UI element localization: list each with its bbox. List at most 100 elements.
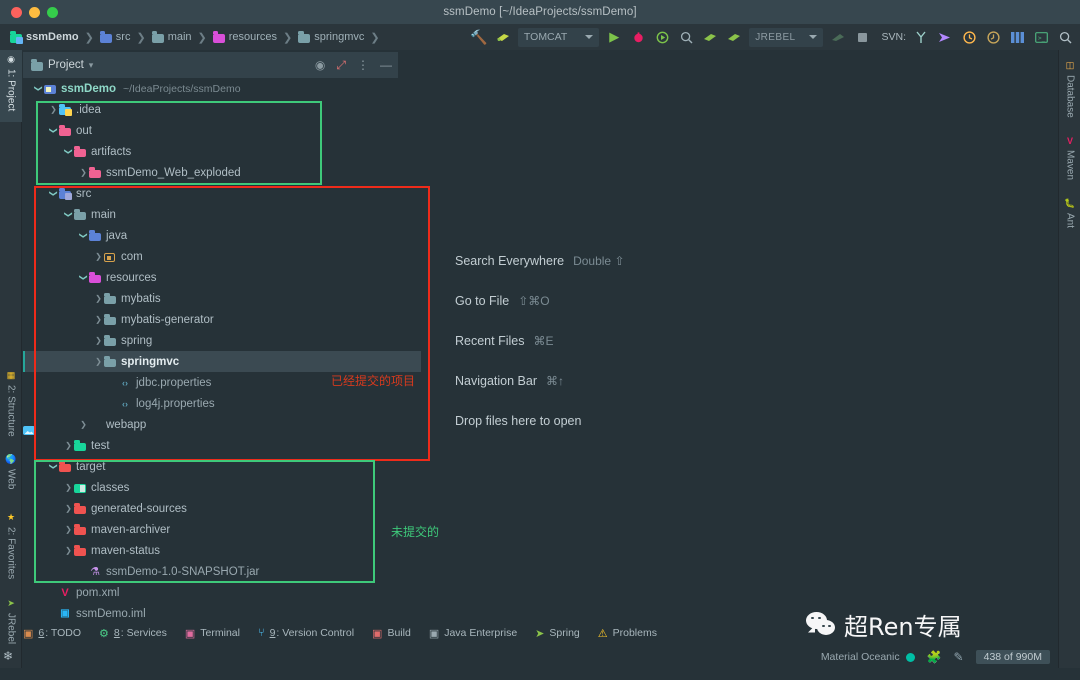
chevron-down-icon[interactable]: ❯ bbox=[49, 125, 58, 136]
chevron-down-icon[interactable]: ❯ bbox=[49, 461, 58, 472]
sidebar-item-structure[interactable]: ▦ 2: Structure bbox=[0, 366, 22, 442]
tree-row-test[interactable]: ❯ test bbox=[23, 435, 421, 456]
chevron-down-icon[interactable]: ❯ bbox=[34, 83, 43, 94]
chevron-down-icon[interactable]: ❯ bbox=[49, 188, 58, 199]
memory-indicator[interactable]: 438 of 990M bbox=[975, 650, 1050, 664]
run-configuration-selector[interactable]: TOMCAT bbox=[517, 27, 600, 47]
history-icon[interactable] bbox=[984, 28, 1002, 46]
chevron-down-icon[interactable]: ❯ bbox=[64, 146, 73, 157]
chevron-right-icon[interactable]: ❯ bbox=[93, 252, 104, 261]
hint-action-label[interactable]: Search Everywhere bbox=[455, 254, 564, 268]
sidebar-item-web[interactable]: 🌎 Web bbox=[0, 450, 22, 502]
chevron-right-icon[interactable]: ❯ bbox=[93, 357, 104, 366]
settings-gear-icon[interactable]: ❄ bbox=[3, 649, 13, 663]
run-triangle-icon[interactable]: ▶ bbox=[605, 28, 623, 46]
sidebar-item-favorites[interactable]: ★ 2: Favorites bbox=[0, 508, 22, 588]
tree-row-webapp[interactable]: ❯ webapp bbox=[23, 414, 421, 435]
project-tree[interactable]: ❯ ssmDemo ~/IdeaProjects/ssmDemo ❯ .idea ❯ out… bbox=[23, 78, 421, 624]
tree-row-gensources[interactable]: ❯ generated-sources bbox=[23, 498, 421, 519]
sidebar-item-maven[interactable]: V Maven bbox=[1059, 132, 1080, 188]
bottom-tab-todo[interactable]: ▣ 6: TODO bbox=[23, 627, 81, 640]
sidebar-item-project[interactable]: ◉ 1: Project bbox=[0, 50, 22, 122]
tree-row-mybatisgen[interactable]: ❯ mybatis-generator bbox=[23, 309, 421, 330]
select-opened-file-icon[interactable]: ◉ bbox=[315, 58, 325, 72]
tree-row-out[interactable]: ❯ out bbox=[23, 120, 421, 141]
bottom-tab-javaenterprise[interactable]: ▣ Java Enterprise bbox=[429, 627, 517, 640]
tree-row-classes[interactable]: ❯ classes bbox=[23, 477, 421, 498]
tree-row-spring[interactable]: ❯ spring bbox=[23, 330, 421, 351]
bottom-tab-terminal[interactable]: ▣ Terminal bbox=[185, 627, 240, 640]
chevron-right-icon[interactable]: ❯ bbox=[93, 336, 104, 345]
chevron-right-icon[interactable]: ❯ bbox=[63, 441, 74, 450]
collapse-all-icon[interactable]: ⤢ bbox=[336, 58, 346, 73]
breadcrumb-item-resources[interactable]: resources bbox=[212, 31, 277, 43]
hint-action-label[interactable]: Go to File bbox=[455, 294, 509, 308]
debug-bug-icon[interactable] bbox=[629, 28, 647, 46]
hide-window-icon[interactable]: — bbox=[380, 58, 392, 72]
hint-action-label[interactable]: Navigation Bar bbox=[455, 374, 537, 388]
tree-row-mybatis[interactable]: ❯ mybatis bbox=[23, 288, 421, 309]
tree-row-webexploded[interactable]: ❯ ssmDemo_Web_exploded bbox=[23, 162, 421, 183]
tree-row-artifacts[interactable]: ❯ artifacts bbox=[23, 141, 421, 162]
tree-row-mavenstatus[interactable]: ❯ maven-status bbox=[23, 540, 421, 561]
chevron-right-icon[interactable]: ❯ bbox=[63, 483, 74, 492]
tomcat-icon[interactable] bbox=[494, 28, 512, 46]
theme-name[interactable]: Material Oceanic bbox=[821, 651, 900, 663]
tree-row-src[interactable]: ❯ src bbox=[23, 183, 421, 204]
tree-row-target[interactable]: ❯ target bbox=[23, 456, 421, 477]
tree-row-mavenarch[interactable]: ❯ maven-archiver bbox=[23, 519, 421, 540]
tree-row-idea[interactable]: ❯ .idea bbox=[23, 99, 421, 120]
more-options-icon[interactable]: ⋮ bbox=[357, 58, 369, 72]
branch-icon[interactable] bbox=[912, 28, 930, 46]
plugin-puzzle-icon[interactable]: 🧩 bbox=[927, 650, 942, 664]
tree-row-springmvc[interactable]: ❯ springmvc bbox=[23, 351, 421, 372]
breadcrumb-item-springmvc[interactable]: springmvc bbox=[298, 31, 364, 43]
bottom-tab-services[interactable]: ⚙ 8: Services bbox=[99, 627, 167, 640]
tree-row-java[interactable]: ❯ java bbox=[23, 225, 421, 246]
tree-row-resources[interactable]: ❯ resources bbox=[23, 267, 421, 288]
tree-row-main[interactable]: ❯ main bbox=[23, 204, 421, 225]
layout-grid-icon[interactable] bbox=[1008, 28, 1026, 46]
tree-row-log4jprops[interactable]: ‹› log4j.properties bbox=[23, 393, 421, 414]
pencil-edit-icon[interactable]: ✎ bbox=[954, 650, 964, 664]
run-with-coverage-icon[interactable] bbox=[653, 28, 671, 46]
breadcrumb-item-module[interactable]: ssmDemo bbox=[10, 31, 79, 44]
search-icon[interactable] bbox=[1056, 28, 1074, 46]
tree-row-pom[interactable]: Vpom.xml bbox=[23, 582, 421, 603]
chevron-right-icon[interactable]: ❯ bbox=[63, 504, 74, 513]
chevron-right-icon[interactable]: ❯ bbox=[63, 546, 74, 555]
deploy-icon[interactable] bbox=[701, 28, 719, 46]
bottom-tab-versioncontrol[interactable]: ⑂ 9: Version Control bbox=[258, 627, 354, 639]
chevron-down-icon[interactable]: ❯ bbox=[79, 272, 88, 283]
chevron-right-icon[interactable]: ❯ bbox=[48, 105, 59, 114]
bottom-tab-build[interactable]: ▣ Build bbox=[372, 627, 411, 640]
breadcrumb-item-main[interactable]: main bbox=[151, 31, 192, 43]
chevron-right-icon[interactable]: ❯ bbox=[93, 315, 104, 324]
update-project-icon[interactable] bbox=[936, 28, 954, 46]
chevron-right-icon[interactable]: ❯ bbox=[63, 525, 74, 534]
tree-row-root[interactable]: ❯ ssmDemo ~/IdeaProjects/ssmDemo bbox=[23, 78, 421, 99]
bottom-tab-problems[interactable]: ⚠ Problems bbox=[598, 627, 657, 640]
stop-square-icon[interactable] bbox=[853, 28, 871, 46]
sidebar-item-jrebel[interactable]: ➤ JRebel bbox=[0, 594, 22, 652]
sidebar-item-database[interactable]: ◫ Database bbox=[1059, 56, 1080, 124]
chevron-right-icon[interactable]: ❯ bbox=[93, 294, 104, 303]
chevron-down-icon[interactable]: ▾ bbox=[89, 60, 94, 71]
bottom-tab-spring[interactable]: ➤ Spring bbox=[535, 627, 580, 640]
jrebel-selector[interactable]: JREBEL bbox=[749, 27, 824, 47]
sidebar-item-ant[interactable]: 🐛 Ant bbox=[1059, 194, 1080, 236]
tree-row-com[interactable]: ❯ com bbox=[23, 246, 421, 267]
hint-action-label[interactable]: Recent Files bbox=[455, 334, 524, 348]
tree-row-jar[interactable]: ⚗ ssmDemo-1.0-SNAPSHOT.jar bbox=[23, 561, 421, 582]
project-tool-window-title[interactable]: Project ▾ bbox=[31, 59, 93, 71]
chevron-down-icon[interactable]: ❯ bbox=[79, 230, 88, 241]
redeploy-icon[interactable] bbox=[725, 28, 743, 46]
tree-row-iml[interactable]: ▣ ssmDemo.iml bbox=[23, 603, 421, 624]
hammer-icon[interactable]: 🔨 bbox=[470, 28, 488, 46]
profiler-icon[interactable] bbox=[677, 28, 695, 46]
terminal-icon[interactable]: >_ bbox=[1032, 28, 1050, 46]
chevron-right-icon[interactable]: ❯ bbox=[78, 420, 89, 429]
commit-icon[interactable] bbox=[960, 28, 978, 46]
chevron-right-icon[interactable]: ❯ bbox=[78, 168, 89, 177]
chevron-down-icon[interactable]: ❯ bbox=[64, 209, 73, 220]
